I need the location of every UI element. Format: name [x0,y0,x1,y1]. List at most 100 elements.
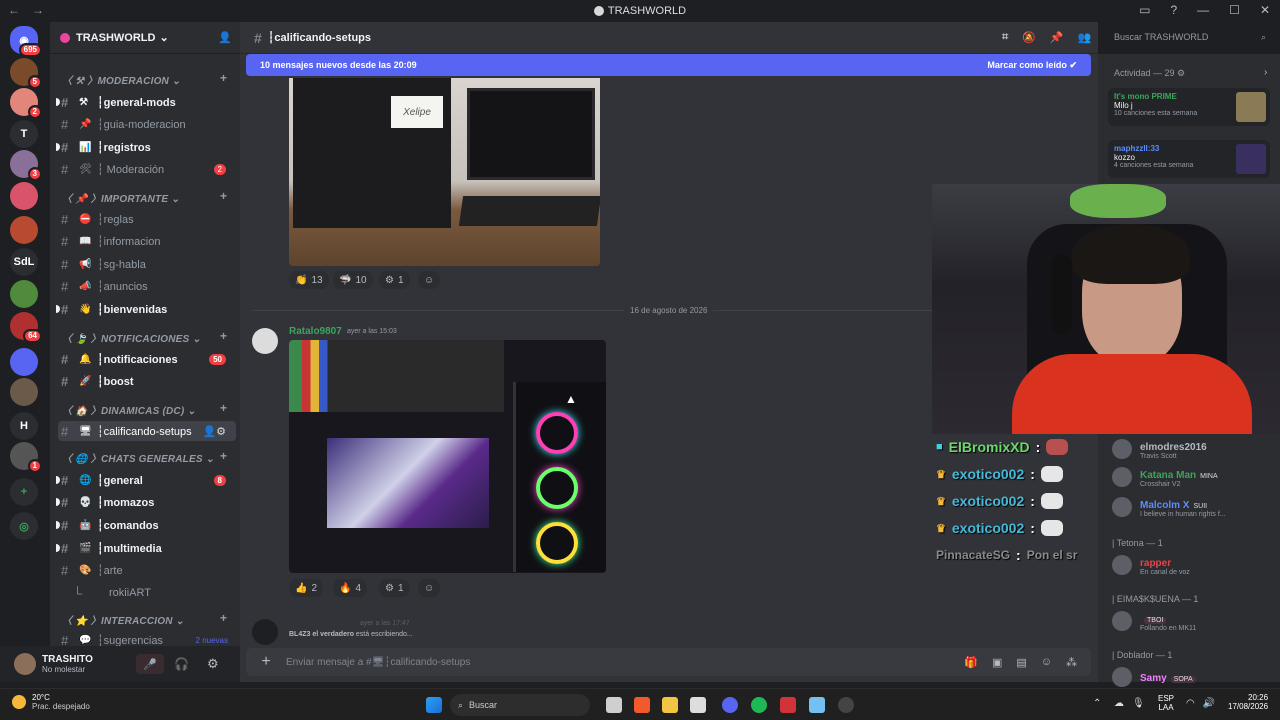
emoji-icon[interactable]: ☺ [1041,656,1052,669]
reaction-chip[interactable]: ⚙ 1 [379,579,410,597]
member-item[interactable]: Samy SOPA [1112,664,1272,690]
channel-item[interactable]: # 💬 ┆sugerencias 2 nuevas [58,630,236,647]
tray-icons[interactable]: ☁ 🎙 [1114,698,1145,709]
spotify-icon[interactable] [751,697,767,713]
channel-item[interactable]: └ rokiiART [70,583,240,603]
notepad-icon[interactable] [809,697,825,713]
server-icon-2[interactable]: T [10,120,38,148]
server-header[interactable]: TRASHWORLD ⌄ 👤 [50,22,240,54]
member-item[interactable]: rapper En canal de voz [1112,552,1272,578]
member-item[interactable]: Malcolm X SUII I believe in human rights f… [1112,494,1272,520]
category-header[interactable]: 〈 🌐 〉CHATS GENERALES ⌄ + [62,449,227,465]
reaction-chip[interactable]: ⚙ 1 [379,271,410,289]
server-icon-0[interactable]: 5 [10,58,42,89]
channel-item[interactable]: # 📌 ┆guia-moderacion [58,114,236,134]
start-icon[interactable] [426,697,442,713]
member-item[interactable]: TBOI Follando en MK11 [1112,608,1272,634]
add-channel-icon[interactable]: + [220,71,227,85]
back-arrow-icon[interactable]: ← [8,3,20,17]
category-header[interactable]: 〈 ⭐ 〉INTERACCION ⌄ + [62,611,227,627]
forward-arrow-icon[interactable]: → [32,3,44,17]
server-icon-12[interactable]: 1 [10,442,42,473]
channel-item[interactable]: # 🖥 ┆calificando-setups 👤⚙ [58,421,236,441]
brave-icon[interactable] [634,697,650,713]
channel-item[interactable]: # 📖 ┆informacion [58,231,236,251]
add-channel-icon[interactable]: + [220,449,227,463]
maximize-icon[interactable]: ☐ [1229,3,1240,17]
add-channel-icon[interactable]: + [220,401,227,415]
category-header[interactable]: 〈 🍃 〉NOTIFICACIONES ⌄ + [62,329,227,345]
reaction-chip[interactable]: 👏 13 [289,271,329,289]
channel-item[interactable]: # 🎨 ┆arte [58,560,236,580]
discord-taskbar-icon[interactable] [722,697,738,713]
close-icon[interactable]: ✕ [1260,3,1270,17]
server-icon-9[interactable] [10,348,38,376]
weather-widget[interactable]: 20°C Prac. despejado [12,693,90,711]
server-icon-5[interactable] [10,216,38,244]
sticker-icon[interactable]: ▤ [1016,656,1026,669]
message-composer[interactable]: + Enviar mensaje a #🖥┆calificando-setups… [246,648,1091,676]
channel-item[interactable]: # 👋 ┆bienvenidas [56,299,236,319]
add-server-button[interactable]: + [10,478,38,506]
message-author[interactable]: Ratalo9807 [289,326,342,337]
channel-item[interactable]: # ⛔ ┆reglas [58,209,236,229]
add-reaction-button[interactable]: ☺ [418,579,441,597]
activity-card[interactable]: It's mono PRIME Milo j 10 canciones esta s… [1108,88,1270,126]
server-icon-11[interactable]: H [10,412,38,440]
server-icon-1[interactable]: 2 [10,88,42,119]
snipping-icon[interactable] [690,697,706,713]
activity-card[interactable]: maphzzll:33 kozzo 4 canciones esta semana [1108,140,1270,178]
mute-button[interactable]: 🎤 [136,654,164,674]
channel-item[interactable]: # 🌐 ┆general 8 [56,470,236,490]
setup-photo-1[interactable]: Xelipe [289,78,600,266]
new-messages-banner[interactable]: 10 mensajes nuevos desde las 20:09 Marca… [246,54,1091,76]
clock[interactable]: 20:26 17/08/2026 [1228,693,1268,711]
explore-button[interactable]: ◎ [10,512,38,540]
language-indicator[interactable]: ESP LAA [1158,694,1174,712]
help-icon[interactable]: ? [1170,3,1177,17]
server-icon-4[interactable] [10,182,38,210]
member-item[interactable]: Katana Man MINA Crosshair V2 [1112,464,1272,490]
channel-item[interactable]: # 💀 ┆momazos [56,492,236,512]
author-avatar[interactable] [252,328,278,354]
category-header[interactable]: 〈 ⚒ 〉MODERACION ⌄ + [62,71,227,87]
tray-chevron-icon[interactable]: ⌃ [1093,698,1101,709]
settings-button[interactable]: ⚙ [207,656,219,672]
channel-item[interactable]: # 📊 ┆registros [56,137,236,157]
reaction-chip[interactable]: 🔥 4 [333,579,368,597]
threads-icon[interactable]: ⌗ [1002,31,1008,44]
channel-item[interactable]: # 🛠 ┆ Moderación 2 [58,159,236,179]
channel-item[interactable]: # 🤖 ┆comandos [56,515,236,535]
task-view-icon[interactable] [606,697,622,713]
apps-icon[interactable]: ⁂ [1066,656,1077,669]
channel-item[interactable]: # ⚒ ┆general-mods [56,92,236,112]
channel-item[interactable]: # 🔔 ┆notificaciones 50 [58,349,236,369]
mark-read-button[interactable]: Marcar como leído ✔ [987,60,1077,71]
add-channel-icon[interactable]: + [220,189,227,203]
system-icons[interactable]: ◠ 🔊 [1186,698,1215,709]
add-reaction-button[interactable]: ☺ [418,271,441,289]
server-icon-6[interactable]: SdL [10,248,38,276]
member-item[interactable]: elmodres2016 Travis Scott [1112,436,1272,462]
avatar[interactable] [14,653,36,675]
category-header[interactable]: 〈 🏠 〉DINAMICAS (DC) ⌄ + [62,401,227,417]
members-icon[interactable]: 👥 [1078,31,1092,44]
channel-settings-icon[interactable]: 👤⚙ [202,425,226,438]
expand-activity-icon[interactable]: › [1264,67,1267,78]
app-red-icon[interactable] [780,697,796,713]
pin-icon[interactable]: 📌 [1050,31,1064,44]
server-icon-7[interactable] [10,280,38,308]
channel-item[interactable]: # 🚀 ┆boost [58,371,236,391]
explorer-icon[interactable] [662,697,678,713]
channel-item[interactable]: # 📣 ┆anuncios [58,276,236,296]
inbox-icon[interactable]: ▭ [1139,3,1150,17]
obs-icon[interactable] [838,697,854,713]
taskbar-search[interactable]: ⌕ Buscar [450,694,590,716]
server-icon-10[interactable] [10,378,38,406]
add-channel-icon[interactable]: + [220,329,227,343]
category-header[interactable]: 〈 📌 〉IMPORTANTE ⌄ + [62,189,227,205]
minimize-icon[interactable]: — [1197,3,1209,17]
home-button[interactable]: ◉ 695 [10,26,42,57]
server-icon-8[interactable]: 64 [10,312,42,343]
deafen-button[interactable]: 🎧 [174,657,189,671]
